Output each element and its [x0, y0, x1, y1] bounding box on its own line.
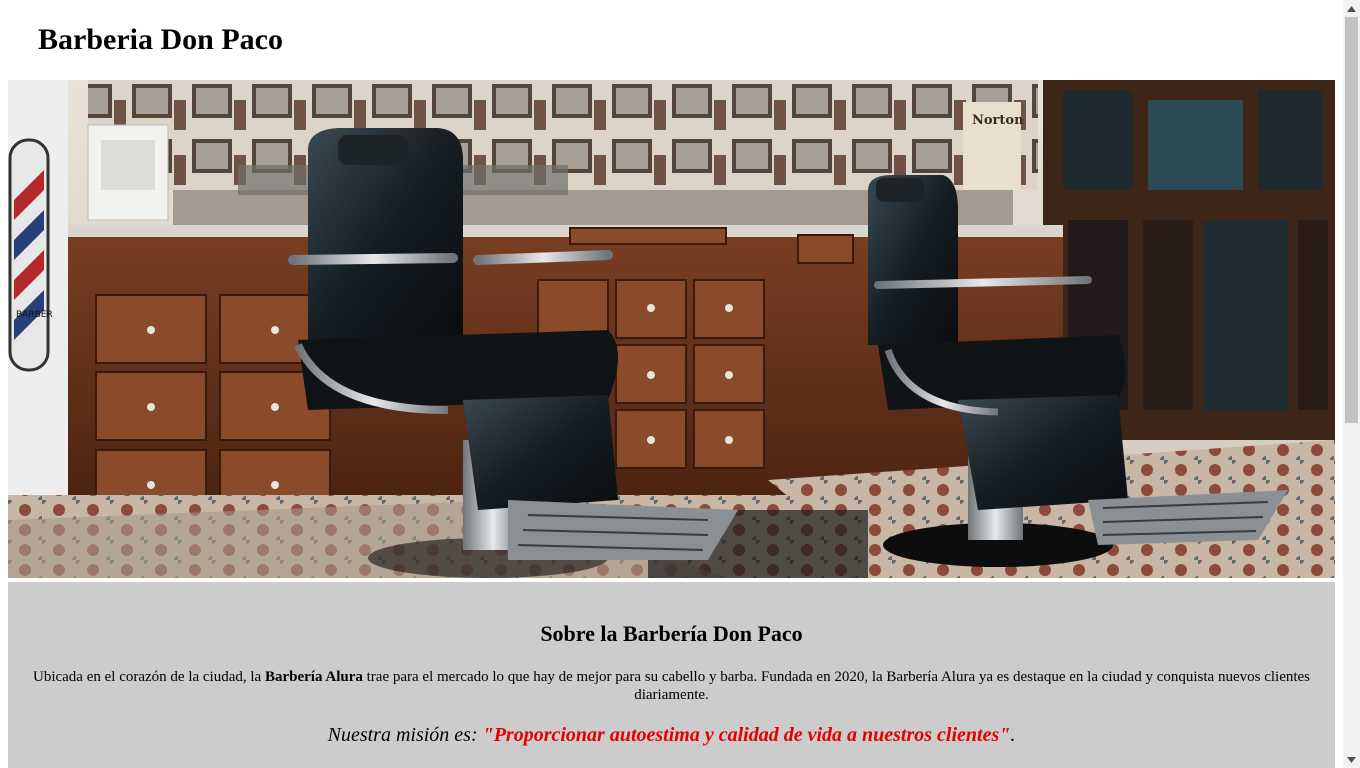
- vertical-scrollbar[interactable]: [1343, 0, 1360, 768]
- barber-pole-text: BARBER: [16, 310, 53, 320]
- about-description-start: Ubicada en el corazón de la ciudad, la: [32, 669, 265, 685]
- scroll-up-button[interactable]: [1343, 0, 1360, 17]
- poster-text: Norton: [972, 113, 1024, 128]
- barbershop-photo: Norton BARBER: [8, 80, 1335, 578]
- about-section: Sobre la Barbería Don Paco Ubicada en el…: [8, 582, 1335, 768]
- about-description: Ubicada en el corazón de la ciudad, la B…: [32, 668, 1311, 704]
- scroll-thumb[interactable]: [1345, 17, 1358, 423]
- scroll-down-button[interactable]: [1343, 751, 1360, 768]
- page: Barberia Don Paco Norton BARBER Sobre la…: [0, 0, 1343, 768]
- about-description-bold: Barbería Alura: [264, 669, 363, 685]
- about-heading: Sobre la Barbería Don Paco: [540, 621, 803, 646]
- site-title: Barberia Don Paco: [38, 23, 283, 56]
- triangle-up-icon: [1347, 5, 1356, 12]
- mission-statement: Nuestra misión es: "Proporcionar autoest…: [8, 722, 1335, 748]
- mission-period: .: [1010, 724, 1016, 746]
- triangle-down-icon: [1347, 756, 1356, 763]
- about-description-end: trae para el mercado lo que hay de mejor…: [362, 669, 1311, 703]
- mission-label: Nuestra misión es:: [327, 724, 483, 746]
- hero-image: Norton BARBER: [8, 80, 1335, 578]
- mission-quote: "Proporcionar autoestima y calidad de vi…: [482, 724, 1011, 746]
